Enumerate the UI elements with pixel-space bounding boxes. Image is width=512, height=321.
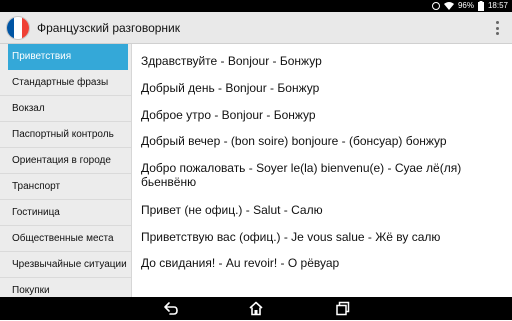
phrase-item[interactable]: Здравствуйте - Bonjour - Бонжур xyxy=(141,54,501,68)
phrase-list: Здравствуйте - Bonjour - Бонжур Добрый д… xyxy=(133,44,512,297)
app-bar: Французский разговорник xyxy=(0,12,512,44)
phrase-item[interactable]: Привет (не офиц.) - Salut - Салю xyxy=(141,203,501,217)
status-icons: 96% 18:57 xyxy=(431,1,508,11)
clock: 18:57 xyxy=(487,1,508,10)
french-flag-icon xyxy=(6,16,30,40)
navigation-bar xyxy=(0,297,512,320)
category-greetings[interactable]: Приветствия xyxy=(8,44,128,70)
phrase-item[interactable]: До свидания! - Au revoir! - О рёвуар xyxy=(141,256,501,270)
category-public-places[interactable]: Общественные места xyxy=(0,226,131,252)
battery-icon xyxy=(477,1,484,11)
category-hotel[interactable]: Гостиница xyxy=(0,200,131,226)
category-passport-control[interactable]: Паспортный контроль xyxy=(0,122,131,148)
category-shopping[interactable]: Покупки xyxy=(0,278,131,297)
category-list: Приветствия Стандартные фразы Вокзал Пас… xyxy=(0,44,132,297)
category-transport[interactable]: Транспорт xyxy=(0,174,131,200)
overflow-menu-icon[interactable] xyxy=(494,21,500,35)
battery-percent: 96% xyxy=(457,1,474,10)
category-city-orientation[interactable]: Ориентация в городе xyxy=(0,148,131,174)
alarm-icon xyxy=(431,2,440,10)
category-standard-phrases[interactable]: Стандартные фразы xyxy=(0,70,131,96)
phrase-item[interactable]: Приветствую вас (офиц.) - Je vous salue … xyxy=(141,230,501,244)
app-title: Французский разговорник xyxy=(37,21,180,35)
wifi-icon xyxy=(443,1,454,11)
status-bar: 96% 18:57 xyxy=(0,0,512,12)
phrase-item[interactable]: Доброе утро - Bonjour - Бонжур xyxy=(141,108,501,122)
phrase-item[interactable]: Добрый день - Bonjour - Бонжур xyxy=(141,81,501,95)
phrase-item[interactable]: Добро пожаловать - Soyer le(la) bienvenu… xyxy=(141,161,501,189)
back-icon[interactable] xyxy=(163,301,179,316)
category-emergencies[interactable]: Чрезвычайные ситуации xyxy=(0,252,131,278)
category-station[interactable]: Вокзал xyxy=(0,96,131,122)
home-icon[interactable] xyxy=(248,301,264,316)
recent-apps-icon[interactable] xyxy=(335,301,351,316)
phrase-item[interactable]: Добрый вечер - (bon soire) bonjoure - (б… xyxy=(141,134,501,148)
